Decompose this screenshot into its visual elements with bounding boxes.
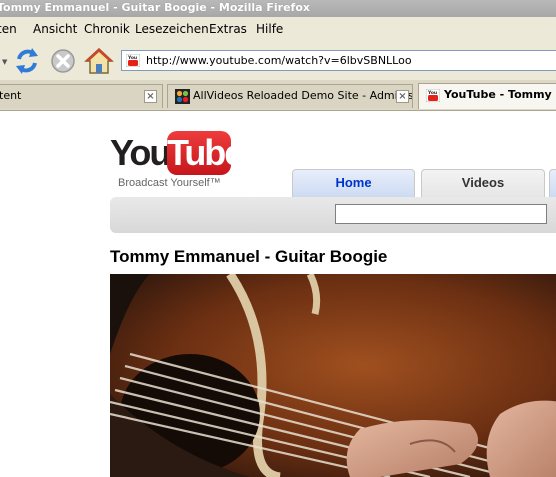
svg-text:You: You <box>127 55 137 61</box>
search-input[interactable] <box>335 204 547 224</box>
page-content: You Tube Broadcast Yourself™ Home Videos… <box>0 111 556 477</box>
window-title: Tommy Emmanuel - Guitar Boogie - Mozilla… <box>0 1 310 14</box>
menu-item-extras[interactable]: Extras <box>209 17 247 41</box>
logo-tube-text: Tube <box>167 131 244 175</box>
menu-bar: ten Ansicht Chronik Lesezeichen Extras H… <box>0 17 556 41</box>
menu-item-ansicht[interactable]: Ansicht <box>33 17 77 41</box>
video-title: Tommy Emmanuel - Guitar Boogie <box>110 247 388 266</box>
tab-label: YouTube - Tommy E <box>444 88 556 101</box>
tab-more[interactable] <box>549 169 556 197</box>
youtube-favicon: You <box>426 89 440 102</box>
close-tab-icon[interactable]: × <box>396 90 409 103</box>
menu-item-bearbeiten[interactable]: ten <box>0 17 17 41</box>
search-bar <box>110 197 556 233</box>
menu-item-lesezeichen[interactable]: Lesezeichen <box>135 17 209 41</box>
logo-you-text: You <box>110 132 171 173</box>
reload-icon[interactable] <box>10 44 44 78</box>
video-player[interactable] <box>110 274 556 477</box>
tab-videos[interactable]: Videos <box>421 169 545 197</box>
navigation-toolbar: ▼ You http://www.youtube.com/watch?v=6lb… <box>0 41 556 81</box>
tab-allvideos[interactable]: AllVideos Reloaded Demo Site - Adminis..… <box>167 84 413 108</box>
url-text: http://www.youtube.com/watch?v=6lbvSBNLL… <box>146 54 412 67</box>
address-bar[interactable]: You http://www.youtube.com/watch?v=6lbvS… <box>121 50 556 71</box>
tab-youtube[interactable]: You YouTube - Tommy E <box>418 83 556 109</box>
tab-label: AllVideos Reloaded Demo Site - Adminis..… <box>193 89 413 102</box>
history-dropdown-icon[interactable]: ▼ <box>2 58 7 66</box>
svg-text:You: You <box>427 90 437 96</box>
tab-home[interactable]: Home <box>292 169 415 197</box>
video-frame-image <box>110 274 556 477</box>
menu-item-chronik[interactable]: Chronik <box>84 17 130 41</box>
menu-item-hilfe[interactable]: Hilfe <box>256 17 283 41</box>
tab-strip: tent × AllVideos Reloaded Demo Site - Ad… <box>0 80 556 111</box>
slogan: Broadcast Yourself™ <box>118 177 221 189</box>
tab-label: tent <box>0 89 22 102</box>
close-tab-icon[interactable]: × <box>144 90 157 103</box>
window-title-bar: Tommy Emmanuel - Guitar Boogie - Mozilla… <box>0 0 556 17</box>
youtube-favicon: You <box>126 54 140 67</box>
joomla-favicon <box>175 89 190 104</box>
home-icon[interactable] <box>82 44 116 78</box>
youtube-logo[interactable]: You Tube <box>110 131 244 175</box>
tab-content[interactable]: tent × <box>0 84 163 108</box>
stop-icon[interactable] <box>46 44 80 78</box>
